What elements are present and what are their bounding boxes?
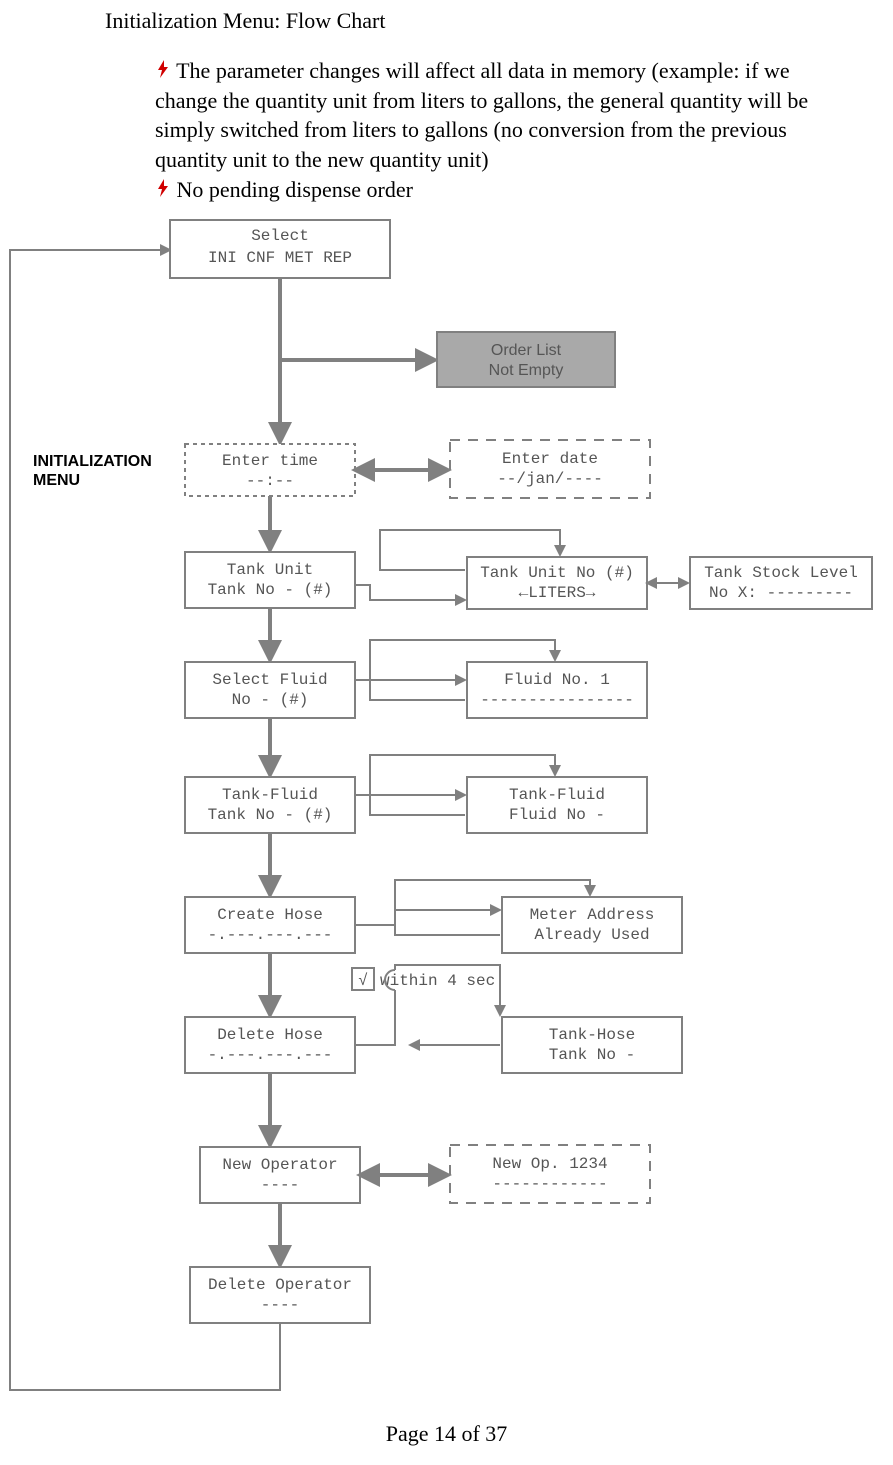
svg-text:INI CNF MET REP: INI CNF MET REP — [208, 249, 352, 267]
node-tankfluid: Tank-Fluid Tank No - (#) — [185, 777, 355, 833]
svg-text:Delete Operator: Delete Operator — [208, 1276, 352, 1294]
svg-text:Select: Select — [251, 227, 309, 245]
warning-paragraph: The parameter changes will affect all da… — [155, 56, 855, 204]
svg-text:within 4 sec.: within 4 sec. — [380, 972, 505, 990]
node-select: Select INI CNF MET REP — [170, 220, 390, 278]
warning-text-2: No pending dispense order — [177, 177, 413, 202]
svg-text:Select Fluid: Select Fluid — [212, 671, 327, 689]
svg-text:Tank Unit: Tank Unit — [227, 561, 313, 579]
bolt-icon — [155, 56, 171, 86]
svg-text:--:--: --:-- — [246, 472, 294, 490]
node-within4: √ √ within 4 sec. within 4 sec. — [352, 968, 505, 990]
svg-text:Meter Address: Meter Address — [530, 906, 655, 924]
svg-text:Tank-Hose: Tank-Hose — [549, 1026, 635, 1044]
svg-text:No X: ---------: No X: --------- — [709, 584, 853, 602]
node-selectfluid: Select Fluid No - (#) — [185, 662, 355, 718]
flowchart-diagram: Select INI CNF MET REP Order List Not Em… — [0, 210, 893, 1410]
svg-text:Delete Hose: Delete Hose — [217, 1026, 323, 1044]
svg-text:Create Hose: Create Hose — [217, 906, 323, 924]
svg-text:Not Empty: Not Empty — [489, 362, 564, 379]
svg-text:Tank Unit No (#): Tank Unit No (#) — [480, 564, 634, 582]
svg-text:Tank No - (#): Tank No - (#) — [208, 581, 333, 599]
warning-text-1: The parameter changes will affect all da… — [155, 58, 808, 172]
node-orderlist: Order List Not Empty — [437, 332, 615, 387]
node-tankhose: Tank-Hose Tank No - — [502, 1017, 682, 1073]
svg-text:Already Used: Already Used — [534, 926, 649, 944]
svg-text:----------------: ---------------- — [480, 691, 634, 709]
svg-text:----: ---- — [261, 1296, 299, 1314]
svg-text:New Operator: New Operator — [222, 1156, 337, 1174]
node-enterdate: Enter date --/jan/---- — [450, 440, 650, 498]
node-meteraddr: Meter Address Already Used — [502, 897, 682, 953]
bolt-icon — [155, 175, 171, 205]
node-tankstock: Tank Stock Level No X: --------- — [690, 557, 872, 609]
svg-text:Tank No - (#): Tank No - (#) — [208, 806, 333, 824]
page-title: Initialization Menu: Flow Chart — [105, 8, 385, 34]
node-tankunit: Tank Unit Tank No - (#) — [185, 552, 355, 608]
svg-text:Order List: Order List — [491, 342, 562, 359]
svg-text:--/jan/----: --/jan/---- — [497, 470, 603, 488]
svg-text:-.---.---.---: -.---.---.--- — [208, 1046, 333, 1064]
svg-text:Enter time: Enter time — [222, 452, 318, 470]
node-fluidno1: Fluid No. 1 ---------------- — [467, 662, 647, 718]
svg-text:-.---.---.---: -.---.---.--- — [208, 926, 333, 944]
svg-text:New Op. 1234: New Op. 1234 — [492, 1155, 607, 1173]
node-delop: Delete Operator ---- — [190, 1267, 370, 1323]
svg-text:No - (#): No - (#) — [232, 691, 309, 709]
node-newop: New Operator ---- — [200, 1147, 360, 1203]
page-footer: Page 14 of 37 — [0, 1421, 893, 1447]
svg-text:√: √ — [358, 972, 368, 990]
svg-text:Tank-Fluid: Tank-Fluid — [222, 786, 318, 804]
svg-text:Tank-Fluid: Tank-Fluid — [509, 786, 605, 804]
svg-text:Tank Stock Level: Tank Stock Level — [704, 564, 858, 582]
svg-text:Fluid No -: Fluid No - — [509, 806, 605, 824]
node-entertime: Enter time --:-- — [185, 444, 355, 496]
node-createhose: Create Hose -.---.---.--- — [185, 897, 355, 953]
node-tankunitno: Tank Unit No (#) ←LITERS→ — [467, 557, 647, 609]
svg-text:Enter date: Enter date — [502, 450, 598, 468]
svg-text:←LITERS→: ←LITERS→ — [519, 584, 596, 602]
node-newop1234: New Op. 1234 ------------ — [450, 1145, 650, 1203]
svg-text:------------: ------------ — [492, 1175, 607, 1193]
node-deletehose: Delete Hose -.---.---.--- — [185, 1017, 355, 1073]
svg-text:Fluid No. 1: Fluid No. 1 — [504, 671, 610, 689]
svg-text:----: ---- — [261, 1176, 299, 1194]
node-tankfluidno: Tank-Fluid Fluid No - — [467, 777, 647, 833]
svg-text:Tank No -: Tank No - — [549, 1046, 635, 1064]
